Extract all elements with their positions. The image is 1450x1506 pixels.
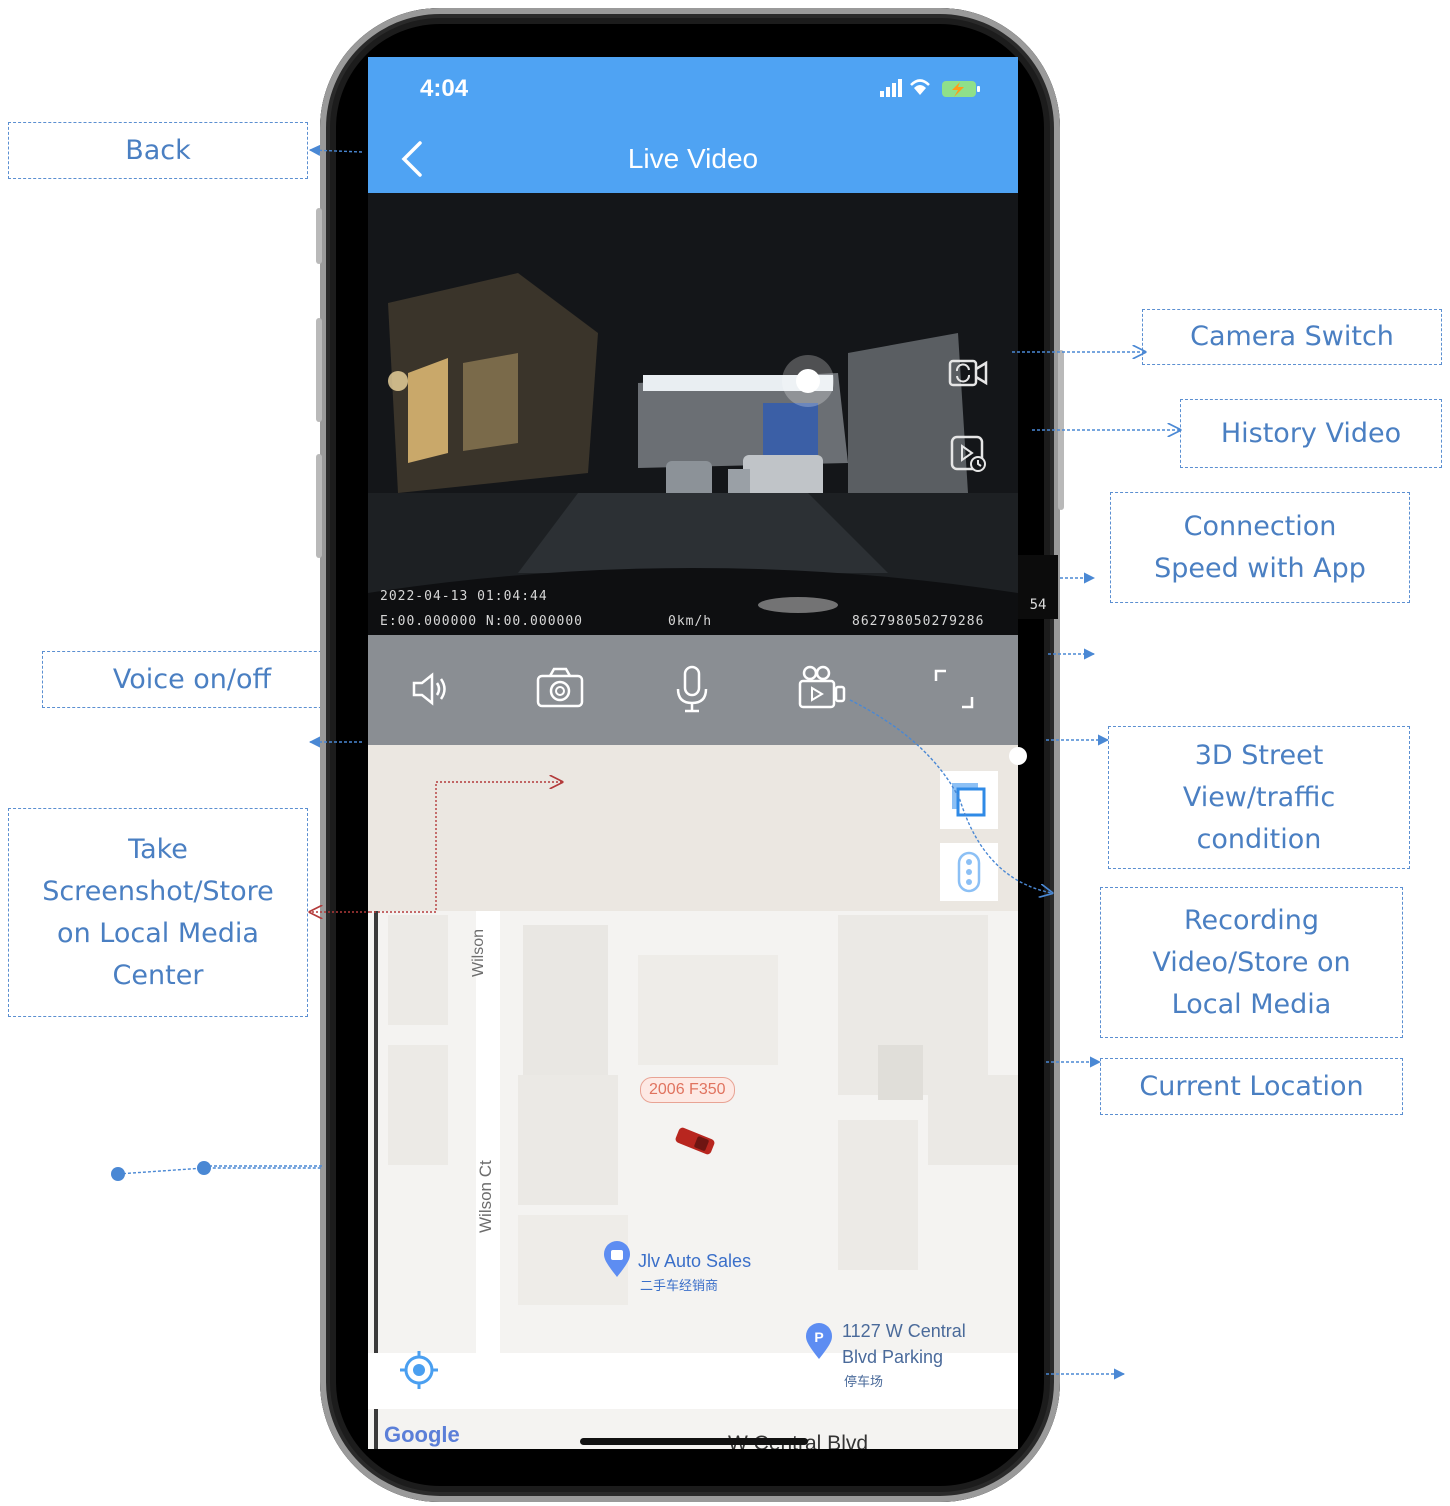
connection-speed-callout: Connection Speed with App [1110, 492, 1410, 603]
current-location-button[interactable] [396, 1347, 442, 1393]
current-location-callout: Current Location [1100, 1058, 1403, 1115]
camera-switch-button[interactable] [946, 351, 990, 395]
svg-text:P: P [814, 1329, 823, 1345]
fullscreen-icon [934, 669, 974, 709]
traffic-light-icon [957, 851, 981, 893]
microphone-icon [676, 665, 708, 713]
video-coordinates: E:00.000000 N:00.000000 [380, 614, 584, 629]
night-street-scene [368, 193, 1018, 635]
volume-down-button [316, 454, 322, 558]
history-video-icon [950, 435, 986, 472]
connection-speed-badge: 54 [1018, 555, 1058, 619]
live-video-feed[interactable]: 2022-04-13 01:04:44 E:00.000000 N:00.000… [368, 193, 1018, 635]
phone-screen: 4:04 Live Video 2022-04-13 01:04:44 E:00… [368, 57, 1018, 1449]
poi-auto-sales-name: Jlv Auto Sales [638, 1251, 752, 1271]
parking-pin-icon[interactable]: P [804, 1323, 834, 1361]
poi-parking-sub: 停车场 [844, 1374, 884, 1389]
home-indicator [580, 1438, 808, 1445]
signal-wifi-battery-icon [880, 79, 980, 97]
video-recorder-icon [798, 665, 846, 709]
status-icons [880, 77, 990, 107]
screenshot-button[interactable] [534, 663, 586, 715]
voice-toggle-button[interactable] [404, 663, 456, 715]
shopping-pin-icon[interactable] [602, 1241, 632, 1279]
google-logo: Google [384, 1422, 460, 1447]
status-time: 4:04 [420, 75, 469, 102]
page-title: Live Video [627, 143, 759, 174]
camera-icon [536, 667, 584, 708]
fullscreen-button[interactable] [928, 663, 980, 715]
camera-switch-callout: Camera Switch [1142, 309, 1442, 365]
video-datetime: 2022-04-13 01:04:44 [380, 589, 548, 604]
vehicle-label: 2006 F350 [640, 1077, 735, 1103]
street-label-wilson-ct: Wilson Ct [476, 1160, 495, 1233]
poi-parking-line2: Blvd Parking [842, 1347, 944, 1367]
video-speed: 0km/h [668, 614, 713, 629]
vehicle-label-text: 2006 F350 [649, 1081, 726, 1098]
crosshair-icon [400, 1351, 438, 1389]
street-label-wilson-top: Wilson [470, 928, 487, 977]
connection-speed-value: 54 [1029, 597, 1047, 613]
volume-up-button [316, 318, 322, 422]
back-callout: Back [8, 122, 308, 179]
street-view-callout: 3D Street View/traffic condition [1108, 726, 1410, 869]
poi-parking-line1: 1127 W Central [842, 1321, 966, 1341]
power-button [1058, 350, 1064, 510]
video-device-id: 862798050279286 [852, 614, 985, 629]
street-view-button[interactable] [940, 771, 998, 829]
camera-switch-icon [948, 359, 988, 387]
vehicle-marker-icon[interactable] [670, 1121, 720, 1161]
poi-auto-sales-sub: 二手车经销商 [640, 1278, 719, 1293]
traffic-condition-button[interactable] [940, 843, 998, 901]
app-header: 4:04 Live Video [368, 57, 1018, 193]
record-video-button[interactable] [796, 663, 848, 715]
recording-callout: Recording Video/Store on Local Media [1100, 887, 1403, 1038]
video-controls-bar [368, 635, 1018, 745]
history-video-button[interactable] [946, 431, 990, 475]
map-view[interactable]: Wilson 2006 F350 Wilson Ct Jlv Auto Sale… [368, 745, 1018, 1449]
screenshot-callout: Take Screenshot/Store on Local Media Cen… [8, 808, 308, 1017]
history-video-callout: History Video [1180, 399, 1442, 468]
mute-switch [316, 208, 322, 264]
microphone-button[interactable] [666, 663, 718, 715]
layers-icon [952, 783, 986, 817]
speaker-icon [412, 672, 446, 706]
map-top-overlay [368, 745, 1018, 911]
voice-callout: Voice on/off [42, 651, 342, 708]
